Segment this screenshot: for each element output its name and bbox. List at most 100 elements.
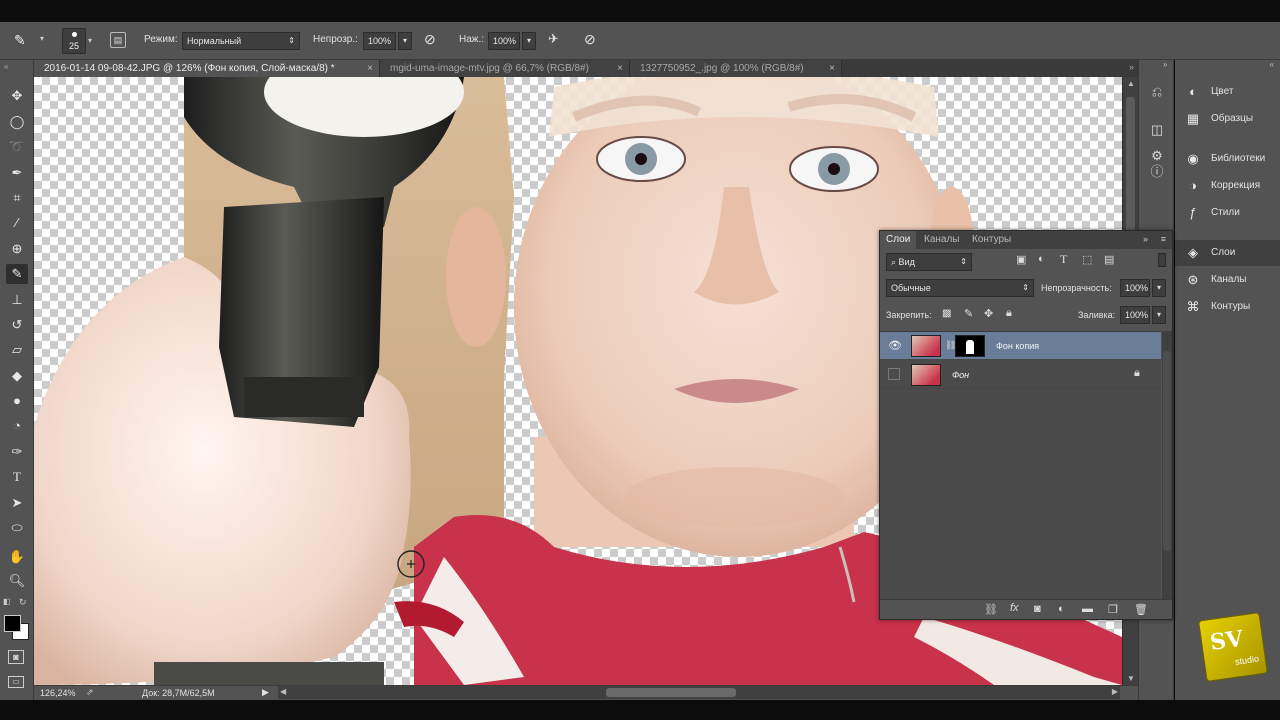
history-icon[interactable]: ⎌ bbox=[1149, 84, 1165, 100]
status-menu-arrow-icon[interactable]: ▶ bbox=[262, 687, 269, 698]
pressure-size-icon[interactable]: ⊘ bbox=[584, 31, 602, 49]
move-tool-icon[interactable]: ✥ bbox=[6, 86, 28, 106]
delete-layer-icon[interactable]: 🗑︎ bbox=[1134, 603, 1148, 616]
lock-position-icon[interactable]: ✥ bbox=[984, 307, 993, 320]
brush-preset-picker[interactable]: 25 bbox=[62, 28, 86, 54]
tab-document-3[interactable]: 1327750952_.jpg @ 100% (RGB/8#) × bbox=[630, 60, 842, 77]
eraser-tool-icon[interactable]: ▱ bbox=[6, 340, 28, 360]
dock-item-layers[interactable]: ◈ Слои bbox=[1175, 240, 1280, 266]
layer-row-fon[interactable]: Фон 🔒︎ bbox=[880, 361, 1161, 389]
quick-selection-tool-icon[interactable]: ✒ bbox=[6, 163, 28, 183]
layer-name[interactable]: Фон копия bbox=[996, 341, 1039, 351]
dock-item-paths[interactable]: ⌘ Контуры bbox=[1175, 294, 1280, 320]
zoom-tool-icon[interactable]: 🔍︎ bbox=[6, 571, 28, 591]
filter-shape-icon[interactable]: ⬚ bbox=[1082, 253, 1092, 266]
blur-tool-icon[interactable]: ● bbox=[6, 391, 28, 411]
lock-all-icon[interactable]: 🔒︎ bbox=[1006, 307, 1012, 320]
horizontal-scrollbar[interactable]: ◀ ▶ bbox=[278, 686, 1120, 699]
dock-expand-icon[interactable]: « bbox=[1270, 60, 1274, 69]
quick-mask-icon[interactable]: ◙ bbox=[8, 650, 24, 664]
new-layer-icon[interactable]: ❐ bbox=[1108, 603, 1118, 616]
screen-mode-icon[interactable]: ▭ bbox=[8, 676, 24, 688]
crop-tool-icon[interactable]: ⌗ bbox=[6, 188, 28, 208]
opacity-input[interactable]: 100% bbox=[363, 32, 396, 50]
properties-icon[interactable]: ◫ bbox=[1149, 122, 1165, 138]
ellipse-tool-icon[interactable]: ⬭ bbox=[6, 518, 28, 538]
healing-brush-tool-icon[interactable]: ⊕ bbox=[6, 239, 28, 259]
layer-name[interactable]: Фон bbox=[952, 370, 969, 380]
filter-type-icon[interactable]: T bbox=[1060, 252, 1067, 267]
zoom-value[interactable]: 126,24% bbox=[40, 688, 76, 698]
filter-toggle[interactable] bbox=[1158, 253, 1166, 267]
collapse-strip-icon[interactable]: » bbox=[1163, 60, 1167, 69]
flow-input[interactable]: 100% bbox=[488, 32, 520, 50]
scroll-down-icon[interactable]: ▼ bbox=[1127, 674, 1135, 683]
layer-thumbnail[interactable] bbox=[911, 364, 941, 386]
fill-input[interactable]: 100% bbox=[1120, 306, 1150, 324]
dock-item-swatches[interactable]: ▦ Образцы bbox=[1175, 106, 1280, 132]
fx-icon[interactable]: fx bbox=[1010, 602, 1019, 614]
clone-stamp-tool-icon[interactable]: ⊥ bbox=[6, 290, 28, 310]
horizontal-scroll-thumb[interactable] bbox=[606, 688, 736, 697]
panel-collapse-icon[interactable]: » bbox=[1143, 234, 1148, 244]
eye-icon[interactable]: 👁︎ bbox=[888, 339, 902, 352]
scroll-up-icon[interactable]: ▲ bbox=[1127, 79, 1135, 88]
tabs-overflow-icon[interactable]: » bbox=[1129, 62, 1134, 72]
tool-preset-chevron-icon[interactable]: ▾ bbox=[40, 34, 44, 43]
layers-scrollbar[interactable] bbox=[1162, 331, 1172, 601]
pen-tool-icon[interactable]: ✑ bbox=[6, 442, 28, 462]
add-mask-icon[interactable]: ◙ bbox=[1034, 603, 1041, 615]
new-adjustment-icon[interactable]: ◐ bbox=[1058, 603, 1065, 615]
info-icon[interactable]: ⓘ bbox=[1149, 164, 1165, 180]
opacity-dropdown[interactable]: ▾ bbox=[398, 32, 412, 50]
mode-select[interactable]: Нормальный ⇕ bbox=[182, 32, 300, 50]
brush-preset-chevron-icon[interactable]: ▾ bbox=[88, 36, 92, 45]
layers-scroll-thumb[interactable] bbox=[1163, 351, 1171, 551]
dock-item-color[interactable]: ◐ Цвет bbox=[1175, 79, 1280, 105]
actions-icon[interactable]: ⚙ bbox=[1149, 148, 1165, 164]
layer-row-fon-kopiya[interactable]: 👁︎ ⛓ Фон копия bbox=[880, 332, 1161, 360]
dock-item-libraries[interactable]: ◉ Библиотеки bbox=[1175, 146, 1280, 172]
airbrush-icon[interactable]: ✈ bbox=[548, 31, 566, 49]
type-tool-icon[interactable]: T bbox=[6, 467, 28, 487]
brush-tool-icon[interactable]: ✎ bbox=[6, 264, 28, 284]
flow-dropdown[interactable]: ▾ bbox=[522, 32, 536, 50]
eyedropper-tool-icon[interactable]: ⁄ bbox=[6, 213, 28, 233]
tab-channels[interactable]: Каналы bbox=[918, 231, 966, 249]
close-icon[interactable]: × bbox=[367, 60, 373, 77]
blend-mode-select[interactable]: Обычные ⇕ bbox=[886, 279, 1034, 297]
path-selection-tool-icon[interactable]: ➤ bbox=[6, 493, 28, 513]
fill-dropdown[interactable]: ▾ bbox=[1152, 306, 1166, 324]
dodge-tool-icon[interactable]: ◔ bbox=[6, 416, 28, 436]
brush-tool-icon[interactable]: ✎ bbox=[14, 32, 38, 50]
layer-thumbnail[interactable] bbox=[911, 335, 941, 357]
paint-bucket-tool-icon[interactable]: ◆ bbox=[6, 366, 28, 386]
lock-image-icon[interactable]: ✎ bbox=[964, 307, 973, 320]
lock-transparent-icon[interactable]: ▩ bbox=[942, 308, 951, 319]
marquee-tool-icon[interactable]: ◯ bbox=[6, 112, 28, 132]
share-icon[interactable]: ⇗ bbox=[86, 687, 94, 698]
layer-mask-thumbnail[interactable] bbox=[955, 335, 985, 357]
brush-panel-toggle-icon[interactable]: ▤ bbox=[110, 32, 126, 48]
filter-smart-object-icon[interactable]: ▤ bbox=[1104, 253, 1114, 266]
layer-opacity-dropdown[interactable]: ▾ bbox=[1152, 279, 1166, 297]
tab-document-2[interactable]: mgid-uma-image-mtv.jpg @ 66,7% (RGB/8#) … bbox=[380, 60, 630, 77]
filter-adjustment-icon[interactable]: ◐ bbox=[1038, 253, 1045, 265]
dock-item-styles[interactable]: ƒ Стили bbox=[1175, 200, 1280, 226]
tab-document-1[interactable]: 2016-01-14 09-08-42.JPG @ 126% (Фон копи… bbox=[34, 60, 380, 77]
dock-item-adjustments[interactable]: ◑ Коррекция bbox=[1175, 173, 1280, 199]
scroll-left-icon[interactable]: ◀ bbox=[280, 687, 286, 696]
pressure-opacity-icon[interactable]: ⊘ bbox=[424, 31, 442, 49]
lasso-tool-icon[interactable]: ➰ bbox=[6, 137, 28, 157]
layer-opacity-input[interactable]: 100% bbox=[1120, 279, 1150, 297]
visibility-toggle-off[interactable] bbox=[888, 368, 900, 380]
close-icon[interactable]: × bbox=[617, 60, 623, 77]
history-brush-tool-icon[interactable]: ↺ bbox=[6, 315, 28, 335]
scroll-right-icon[interactable]: ▶ bbox=[1112, 687, 1118, 696]
foreground-color-swatch[interactable] bbox=[4, 615, 21, 632]
close-icon[interactable]: × bbox=[829, 60, 835, 77]
dock-item-channels[interactable]: ⊛ Каналы bbox=[1175, 267, 1280, 293]
panel-menu-icon[interactable]: ≡ bbox=[1161, 234, 1166, 244]
link-layers-icon[interactable]: ⛓ bbox=[984, 603, 998, 616]
layer-filter-select[interactable]: ⌕ Вид ⇕ bbox=[886, 253, 972, 271]
